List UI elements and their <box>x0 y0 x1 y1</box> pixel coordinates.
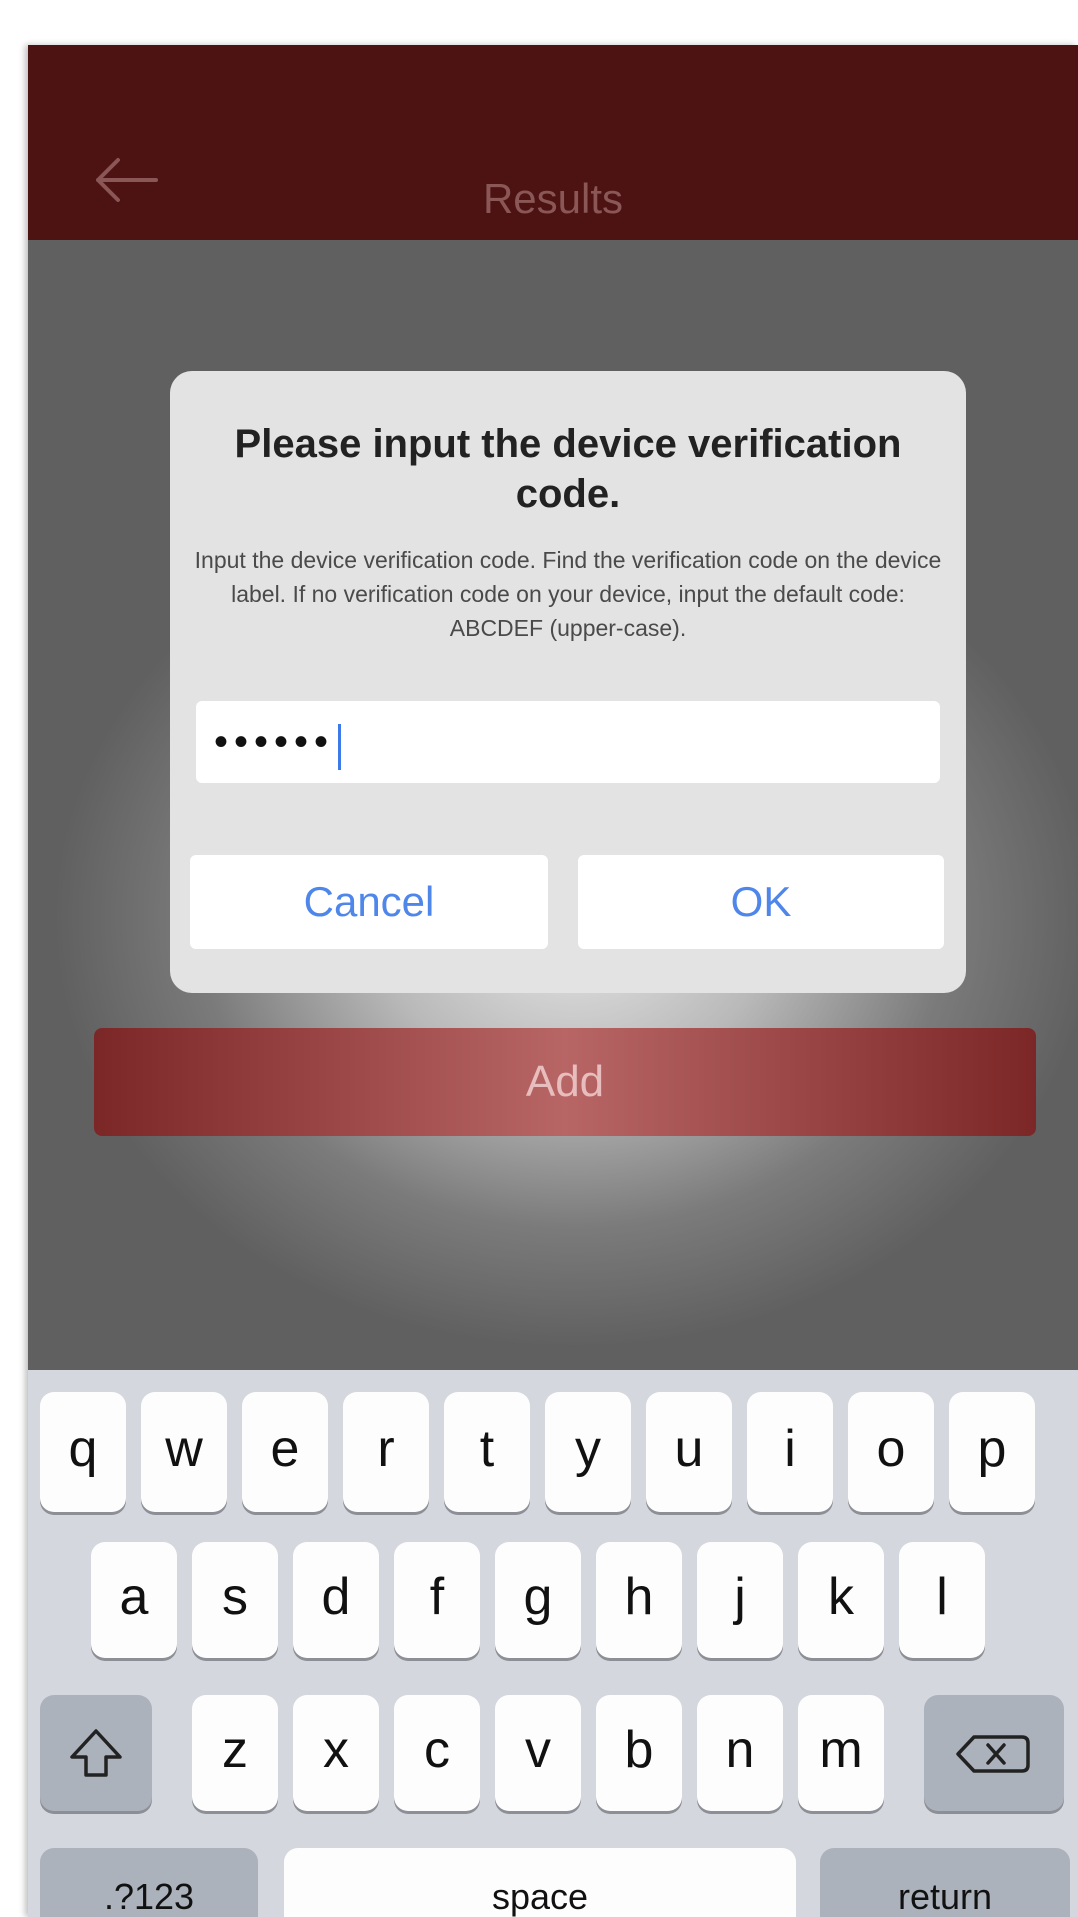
key-x[interactable]: x <box>293 1695 379 1811</box>
text-caret <box>338 724 342 771</box>
key-v[interactable]: v <box>495 1695 581 1811</box>
key-e[interactable]: e <box>242 1392 328 1512</box>
key-s[interactable]: s <box>192 1542 278 1658</box>
key-o[interactable]: o <box>848 1392 934 1512</box>
dialog-title: Please input the device verification cod… <box>234 422 902 516</box>
shift-icon <box>70 1729 122 1777</box>
verification-dialog: Please input the device verification cod… <box>170 371 966 993</box>
key-r[interactable]: r <box>343 1392 429 1512</box>
delete-key[interactable] <box>924 1695 1064 1811</box>
dialog-message: Input the device verification code. Find… <box>194 547 942 641</box>
key-n[interactable]: n <box>697 1695 783 1811</box>
numbers-key[interactable]: .?123 <box>40 1848 258 1917</box>
key-f[interactable]: f <box>394 1542 480 1658</box>
key-j[interactable]: j <box>697 1542 783 1658</box>
key-y[interactable]: y <box>545 1392 631 1512</box>
key-w[interactable]: w <box>141 1392 227 1512</box>
verification-code-input[interactable]: •••••• <box>196 701 940 783</box>
ok-button[interactable]: OK <box>578 855 944 949</box>
backspace-icon <box>956 1735 1030 1773</box>
return-key[interactable]: return <box>820 1848 1070 1917</box>
key-u[interactable]: u <box>646 1392 732 1512</box>
nav-bar: Results <box>28 45 1078 240</box>
add-button[interactable]: Add <box>94 1028 1036 1136</box>
key-t[interactable]: t <box>444 1392 530 1512</box>
phone-screen: Results Add Please input the device veri… <box>28 45 1078 1917</box>
key-i[interactable]: i <box>747 1392 833 1512</box>
key-g[interactable]: g <box>495 1542 581 1658</box>
masked-input-value: •••••• <box>214 720 335 764</box>
key-p[interactable]: p <box>949 1392 1035 1512</box>
cancel-button[interactable]: Cancel <box>190 855 548 949</box>
key-q[interactable]: q <box>40 1392 126 1512</box>
shift-key[interactable] <box>40 1695 152 1811</box>
space-key[interactable]: space <box>284 1848 796 1917</box>
page-title: Results <box>482 175 624 222</box>
key-m[interactable]: m <box>798 1695 884 1811</box>
key-b[interactable]: b <box>596 1695 682 1811</box>
on-screen-keyboard: q w e r t y u i o p a s d f g h j k l z … <box>28 1370 1078 1917</box>
key-a[interactable]: a <box>91 1542 177 1658</box>
key-z[interactable]: z <box>192 1695 278 1811</box>
key-h[interactable]: h <box>596 1542 682 1658</box>
key-d[interactable]: d <box>293 1542 379 1658</box>
key-k[interactable]: k <box>798 1542 884 1658</box>
key-l[interactable]: l <box>899 1542 985 1658</box>
key-c[interactable]: c <box>394 1695 480 1811</box>
